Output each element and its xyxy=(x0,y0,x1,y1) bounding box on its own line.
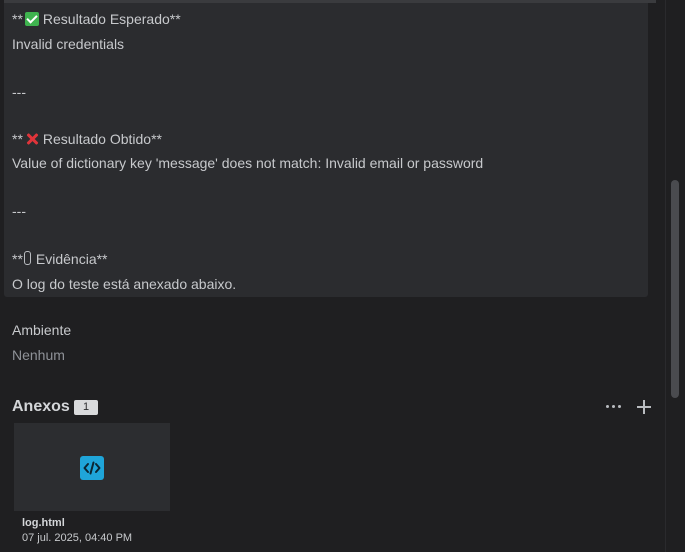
evidence-heading: ** Evidência** xyxy=(12,251,108,267)
scrollbar-thumb[interactable] xyxy=(671,180,679,398)
attachment-card[interactable]: log.html 07 jul. 2025, 04:40 PM xyxy=(14,423,170,552)
environment-label: Ambiente xyxy=(12,322,72,338)
obtained-value: Value of dictionary key 'message' does n… xyxy=(12,155,484,171)
paperclip-icon xyxy=(23,251,31,265)
expected-value: Invalid credentials xyxy=(12,36,125,52)
separator: --- xyxy=(12,203,26,219)
expected-heading: ** Resultado Esperado** xyxy=(12,11,181,27)
obtained-heading: ** Resultado Obtido** xyxy=(12,131,162,147)
attachments-count-badge: 1 xyxy=(74,400,98,415)
attachment-filename: log.html xyxy=(22,517,65,529)
cross-mark-icon xyxy=(25,132,39,146)
description-panel: ** Resultado Esperado** Invalid credentia… xyxy=(4,3,648,297)
code-file-icon xyxy=(80,456,104,480)
attachment-date: 07 jul. 2025, 04:40 PM xyxy=(22,532,133,544)
separator: --- xyxy=(12,84,26,100)
more-options-icon[interactable] xyxy=(604,399,624,413)
add-attachment-icon[interactable] xyxy=(636,399,652,415)
check-mark-icon xyxy=(24,12,39,26)
environment-value[interactable]: Nenhum xyxy=(12,347,65,363)
attachment-thumbnail[interactable] xyxy=(14,423,170,511)
attachments-title: Anexos xyxy=(12,398,70,415)
evidence-value: O log do teste está anexado abaixo. xyxy=(12,276,237,292)
